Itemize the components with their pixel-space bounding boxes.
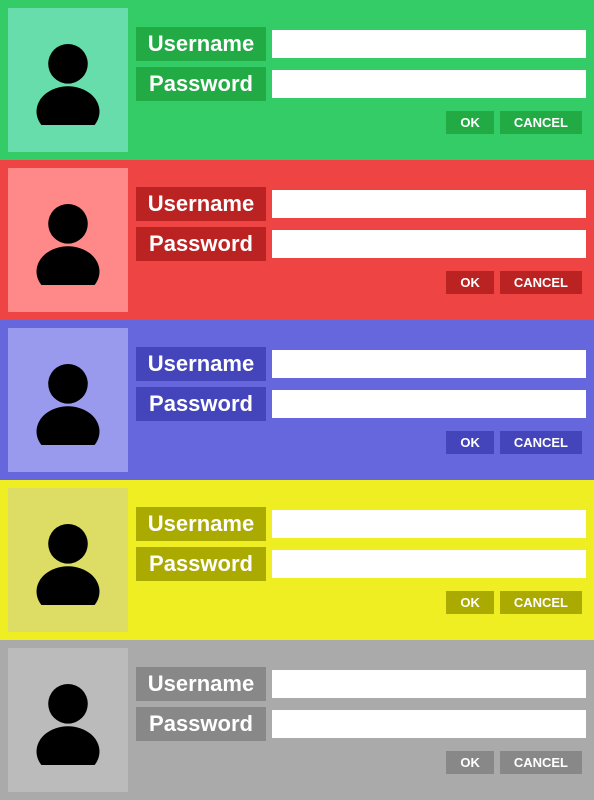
form-area-blue: Username Password OK CANCEL bbox=[136, 328, 586, 472]
password-label-green: Password bbox=[136, 67, 266, 101]
username-row-yellow: Username bbox=[136, 507, 586, 541]
username-label-blue: Username bbox=[136, 347, 266, 381]
button-row-green: OK CANCEL bbox=[136, 111, 586, 134]
password-row-blue: Password bbox=[136, 387, 586, 421]
ok-button-green[interactable]: OK bbox=[446, 111, 494, 134]
cancel-button-gray[interactable]: CANCEL bbox=[500, 751, 582, 774]
avatar-icon bbox=[23, 515, 113, 605]
avatar-icon bbox=[23, 675, 113, 765]
avatar-icon bbox=[23, 355, 113, 445]
avatar-box-blue bbox=[8, 328, 128, 472]
username-row-green: Username bbox=[136, 27, 586, 61]
form-area-gray: Username Password OK CANCEL bbox=[136, 648, 586, 792]
password-label-gray: Password bbox=[136, 707, 266, 741]
username-row-red: Username bbox=[136, 187, 586, 221]
form-area-yellow: Username Password OK CANCEL bbox=[136, 488, 586, 632]
username-row-gray: Username bbox=[136, 667, 586, 701]
login-panel-green: Username Password OK CANCEL bbox=[0, 0, 594, 160]
password-label-yellow: Password bbox=[136, 547, 266, 581]
cancel-button-red[interactable]: CANCEL bbox=[500, 271, 582, 294]
button-row-blue: OK CANCEL bbox=[136, 431, 586, 454]
ok-button-red[interactable]: OK bbox=[446, 271, 494, 294]
button-row-yellow: OK CANCEL bbox=[136, 591, 586, 614]
login-panel-yellow: Username Password OK CANCEL bbox=[0, 480, 594, 640]
username-label-yellow: Username bbox=[136, 507, 266, 541]
avatar-icon bbox=[23, 35, 113, 125]
username-input-red[interactable] bbox=[272, 190, 586, 218]
username-label-green: Username bbox=[136, 27, 266, 61]
ok-button-gray[interactable]: OK bbox=[446, 751, 494, 774]
avatar-box-gray bbox=[8, 648, 128, 792]
password-input-yellow[interactable] bbox=[272, 550, 586, 578]
password-row-red: Password bbox=[136, 227, 586, 261]
password-label-red: Password bbox=[136, 227, 266, 261]
username-label-red: Username bbox=[136, 187, 266, 221]
login-panel-gray: Username Password OK CANCEL bbox=[0, 640, 594, 800]
username-row-blue: Username bbox=[136, 347, 586, 381]
ok-button-yellow[interactable]: OK bbox=[446, 591, 494, 614]
login-panel-blue: Username Password OK CANCEL bbox=[0, 320, 594, 480]
cancel-button-blue[interactable]: CANCEL bbox=[500, 431, 582, 454]
form-area-green: Username Password OK CANCEL bbox=[136, 8, 586, 152]
form-area-red: Username Password OK CANCEL bbox=[136, 168, 586, 312]
button-row-red: OK CANCEL bbox=[136, 271, 586, 294]
login-panel-red: Username Password OK CANCEL bbox=[0, 160, 594, 320]
avatar-box-green bbox=[8, 8, 128, 152]
username-label-gray: Username bbox=[136, 667, 266, 701]
username-input-green[interactable] bbox=[272, 30, 586, 58]
password-label-blue: Password bbox=[136, 387, 266, 421]
password-input-green[interactable] bbox=[272, 70, 586, 98]
username-input-yellow[interactable] bbox=[272, 510, 586, 538]
avatar-icon bbox=[23, 195, 113, 285]
ok-button-blue[interactable]: OK bbox=[446, 431, 494, 454]
password-input-gray[interactable] bbox=[272, 710, 586, 738]
password-row-gray: Password bbox=[136, 707, 586, 741]
password-row-yellow: Password bbox=[136, 547, 586, 581]
button-row-gray: OK CANCEL bbox=[136, 751, 586, 774]
cancel-button-green[interactable]: CANCEL bbox=[500, 111, 582, 134]
username-input-blue[interactable] bbox=[272, 350, 586, 378]
avatar-box-yellow bbox=[8, 488, 128, 632]
cancel-button-yellow[interactable]: CANCEL bbox=[500, 591, 582, 614]
password-row-green: Password bbox=[136, 67, 586, 101]
password-input-blue[interactable] bbox=[272, 390, 586, 418]
avatar-box-red bbox=[8, 168, 128, 312]
username-input-gray[interactable] bbox=[272, 670, 586, 698]
password-input-red[interactable] bbox=[272, 230, 586, 258]
